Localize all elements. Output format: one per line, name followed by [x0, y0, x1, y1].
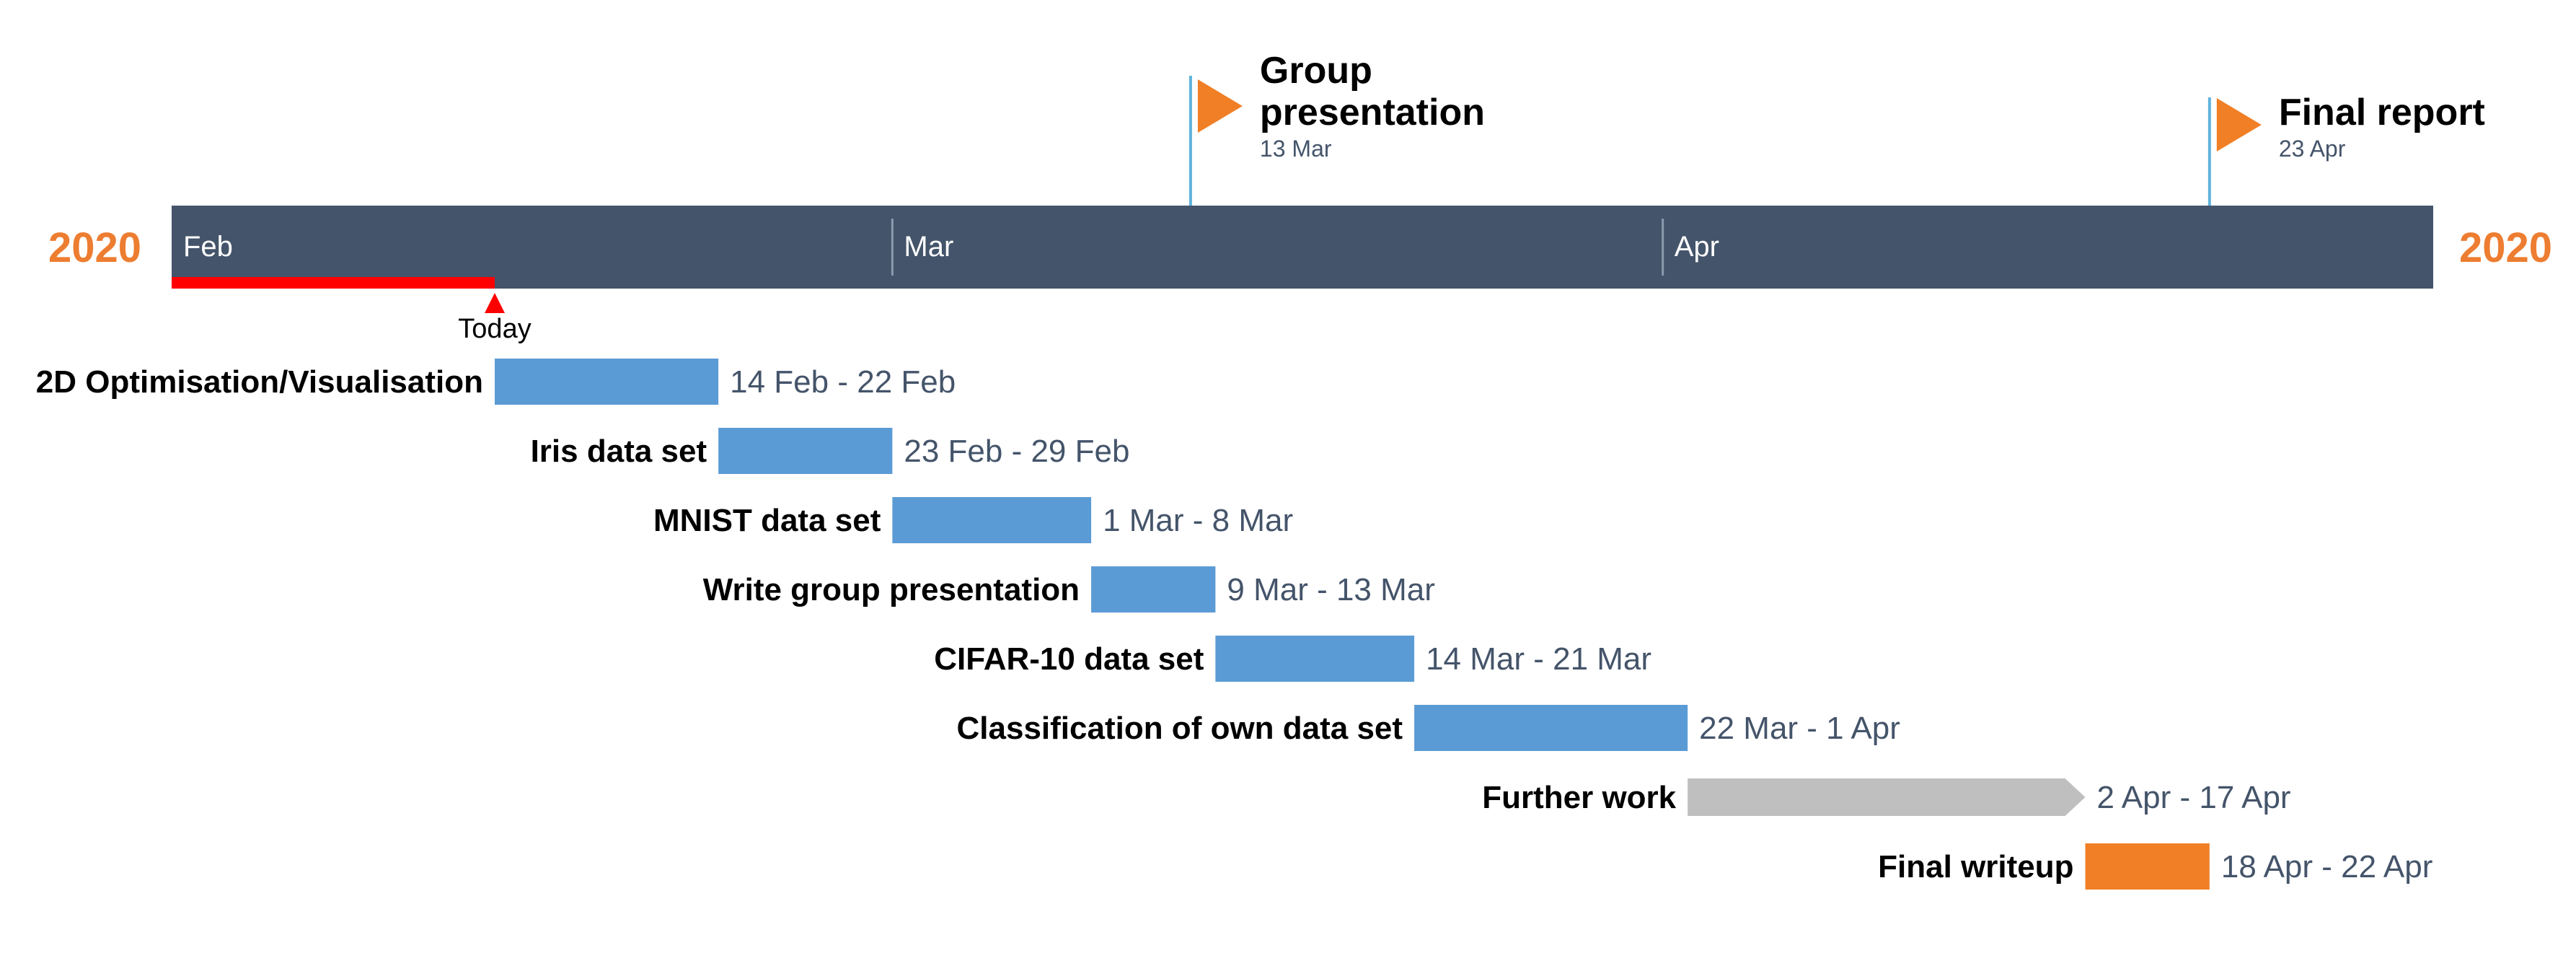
task-name: 2D Optimisation/Visualisation [36, 364, 483, 400]
task-row: Iris data set 23 Feb - 29 Feb [531, 428, 1129, 474]
milestone-title: Final report [2279, 92, 2485, 133]
milestone-flag-icon [1197, 79, 1243, 133]
task-date-range: 23 Feb - 29 Feb [904, 434, 1129, 469]
task-row: Write group presentation 9 Mar - 13 Mar [703, 566, 1435, 613]
task-bar [718, 428, 893, 474]
today-label: Today [458, 314, 531, 344]
task-name: MNIST data set [653, 503, 881, 538]
today-progress-bar [172, 277, 495, 289]
task-date-range: 14 Feb - 22 Feb [730, 364, 956, 400]
milestone-flag-icon [2216, 98, 2262, 152]
task-arrow [1688, 778, 2086, 816]
milestone-1: Final report 23 Apr [2207, 92, 2485, 206]
task-name: CIFAR-10 data set [934, 641, 1204, 677]
task-row: 2D Optimisation/Visualisation 14 Feb - 22… [36, 359, 956, 405]
timeline-band [172, 206, 2433, 289]
task-bar [1215, 636, 1415, 682]
task-bar [2085, 843, 2210, 890]
year-label-right: 2020 [2459, 224, 2552, 271]
today-triangle-icon [485, 293, 505, 313]
task-name: Classification of own data set [957, 711, 1403, 746]
task-bar [495, 359, 719, 405]
task-row: CIFAR-10 data set 14 Mar - 21 Mar [934, 636, 1651, 682]
task-bar [892, 497, 1092, 543]
task-date-range: 18 Apr - 22 Apr [2221, 849, 2433, 884]
milestone-title: presentation [1260, 92, 1485, 133]
task-name: Write group presentation [703, 572, 1080, 607]
task-name: Further work [1482, 780, 1676, 815]
task-date-range: 2 Apr - 17 Apr [2097, 780, 2291, 815]
task-rows: 2D Optimisation/Visualisation 14 Feb - 22… [36, 359, 2432, 890]
gantt-timeline-chart: Feb Mar Apr 2020 2020 Today Grouppresentat… [36, 50, 2552, 890]
milestone-date: 23 Apr [2279, 136, 2346, 162]
milestone-date: 13 Mar [1260, 136, 1332, 162]
month-label-apr: Apr [1675, 231, 1719, 263]
milestones: Grouppresentation 13 Mar Final report 23 Ap… [1188, 50, 2485, 206]
task-date-range: 22 Mar - 1 Apr [1699, 711, 1900, 746]
task-date-range: 1 Mar - 8 Mar [1103, 503, 1293, 538]
task-bar [1414, 705, 1688, 751]
month-label-feb: Feb [183, 231, 233, 263]
month-label-mar: Mar [904, 231, 953, 263]
year-label-left: 2020 [48, 224, 141, 271]
task-row: Classification of own data set 22 Mar - 1… [957, 705, 1900, 751]
today-marker: Today [172, 277, 531, 344]
task-bar [1091, 566, 1216, 613]
task-name: Iris data set [531, 434, 707, 469]
task-row: MNIST data set 1 Mar - 8 Mar [653, 497, 1293, 543]
task-date-range: 14 Mar - 21 Mar [1426, 641, 1651, 677]
task-row: Final writeup 18 Apr - 22 Apr [1878, 843, 2432, 890]
task-row: Further work 2 Apr - 17 Apr [1482, 778, 2291, 816]
task-date-range: 9 Mar - 13 Mar [1227, 572, 1435, 607]
milestone-0: Grouppresentation 13 Mar [1188, 50, 1485, 206]
milestone-title: Group [1260, 50, 1372, 92]
task-name: Final writeup [1878, 849, 2073, 884]
